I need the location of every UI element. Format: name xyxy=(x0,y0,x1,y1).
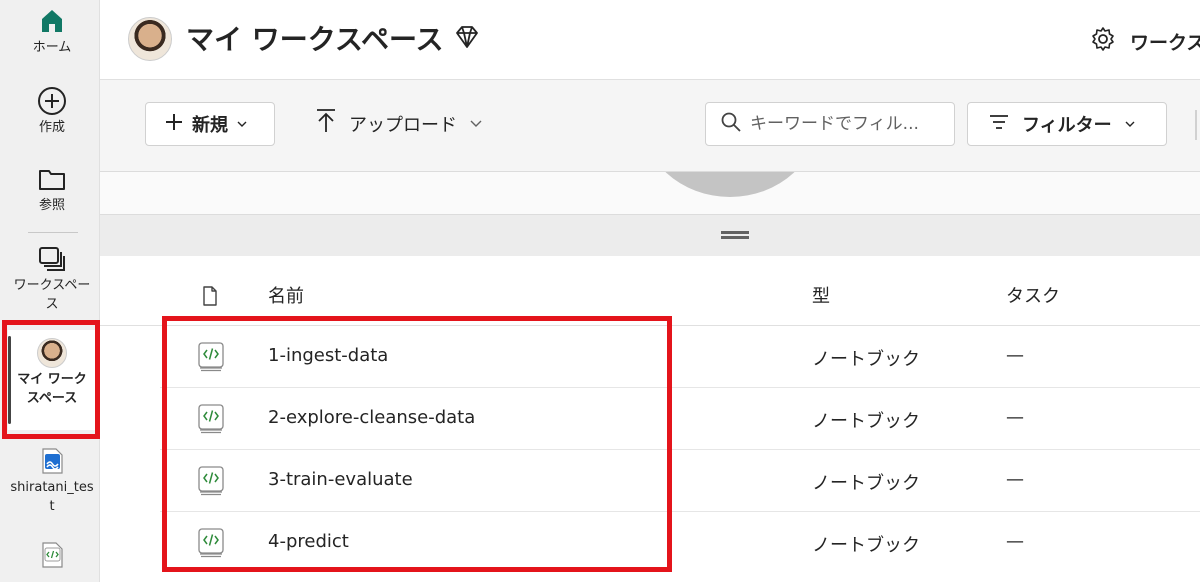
nav-browse-label: 参照 xyxy=(38,198,65,213)
search-input[interactable] xyxy=(750,114,946,134)
column-header-name[interactable]: 名前 xyxy=(268,282,304,308)
notebook-icon xyxy=(37,540,67,570)
lakehouse-icon xyxy=(37,446,67,476)
search-icon xyxy=(720,111,742,138)
nav-create[interactable]: 作成 xyxy=(8,86,96,137)
item-task: — xyxy=(1006,469,1024,490)
plus-icon xyxy=(164,112,184,137)
home-icon xyxy=(37,6,67,36)
search-box[interactable] xyxy=(705,102,955,146)
rail-divider xyxy=(28,232,78,233)
new-button-label: 新規 xyxy=(192,115,228,136)
upload-button[interactable]: アップロード xyxy=(315,108,483,139)
folder-icon xyxy=(37,164,67,194)
nav-workspace-item[interactable]: shiratani_test xyxy=(8,446,96,516)
item-type: ノートブック xyxy=(812,349,920,370)
chevron-down-icon xyxy=(236,114,248,135)
filter-icon xyxy=(988,113,1010,136)
highlight-box-table xyxy=(162,316,672,572)
item-type: ノートブック xyxy=(812,473,920,494)
column-header-task[interactable]: タスク xyxy=(1006,282,1060,308)
pane-splitter[interactable] xyxy=(100,214,1200,256)
item-type: ノートブック xyxy=(812,411,920,432)
filter-button[interactable]: フィルター xyxy=(967,102,1167,146)
workspace-header: マイ ワークスペース ワークス xyxy=(100,0,1200,80)
toolbar: 新規 アップロード フィルター xyxy=(100,80,1200,172)
column-header-type[interactable]: 型 xyxy=(812,282,830,308)
drag-handle-icon[interactable] xyxy=(721,231,749,239)
nav-workspaces[interactable]: ワークスペース xyxy=(8,244,96,314)
nav-create-label: 作成 xyxy=(38,120,65,135)
nav-home-label: ホーム xyxy=(32,40,72,55)
upload-button-label: アップロード xyxy=(349,114,457,136)
nav-home[interactable]: ホーム xyxy=(8,6,96,57)
nav-notebook-item[interactable] xyxy=(8,540,96,570)
highlight-box-rail xyxy=(2,320,100,439)
upload-arrow-icon xyxy=(315,108,337,139)
filter-button-label: フィルター xyxy=(1022,115,1112,136)
item-type: ノートブック xyxy=(812,535,920,556)
workspace-avatar xyxy=(128,17,172,61)
nav-workspaces-label: ワークスペース xyxy=(13,278,91,312)
chevron-down-icon xyxy=(1124,114,1136,135)
nav-browse[interactable]: 参照 xyxy=(8,164,96,215)
plus-circle-icon xyxy=(37,86,67,116)
item-task: — xyxy=(1006,407,1024,428)
chevron-down-icon xyxy=(469,113,483,134)
workspace-settings-button[interactable]: ワークス xyxy=(1090,26,1200,57)
item-task: — xyxy=(1006,531,1024,552)
banner-illustration xyxy=(640,172,820,197)
workspace-banner xyxy=(100,172,1200,214)
file-type-icon xyxy=(202,286,218,311)
item-task: — xyxy=(1006,345,1024,366)
page-title: マイ ワークスペース xyxy=(186,23,444,56)
premium-diamond-icon xyxy=(454,24,480,54)
new-button[interactable]: 新規 xyxy=(145,102,275,146)
left-nav-rail: ホーム 作成 参照 ワークスペース マイ ワークスペース shiratani_t… xyxy=(0,0,100,582)
workspaces-icon xyxy=(37,244,67,274)
nav-workspace-item-label: shiratani_test xyxy=(10,480,94,514)
toolbar-divider xyxy=(1195,110,1197,140)
gear-icon xyxy=(1090,26,1116,57)
workspace-settings-label: ワークス xyxy=(1130,32,1200,54)
